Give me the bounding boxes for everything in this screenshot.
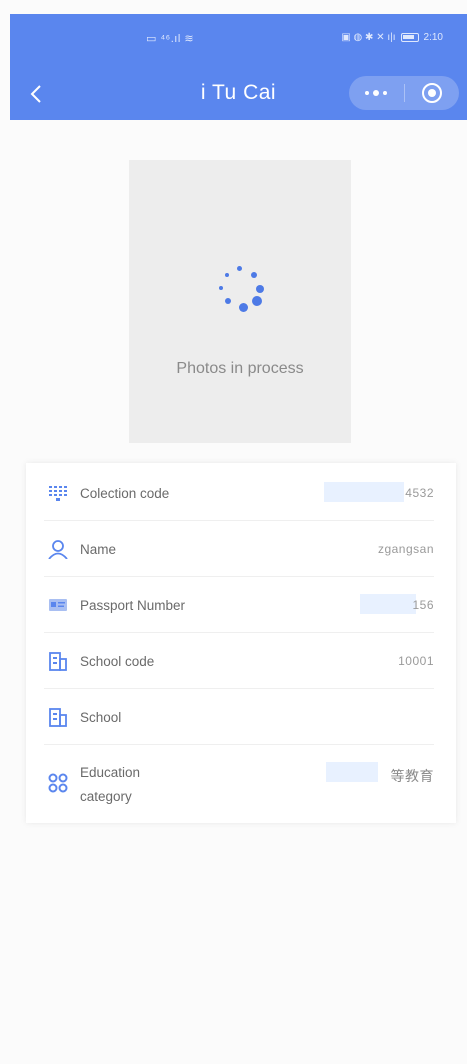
more-button[interactable] [349, 76, 404, 110]
nav-bar: i Tu Cai [10, 70, 467, 120]
row-label: School code [80, 654, 155, 669]
status-bar: ▭ ⁴⁶.ıl ≋ ▣ ◍ ✱ ✕ ı|ı 2:10 [10, 14, 467, 72]
user-icon [48, 540, 68, 559]
status-right-icons: ▣ ◍ ✱ ✕ ı|ı 2:10 [341, 32, 443, 43]
row-label: Passport Number [80, 598, 186, 613]
row-label: Colection code [80, 486, 170, 501]
photo-placeholder[interactable]: Photos in process [129, 160, 351, 443]
value-highlight [326, 762, 378, 782]
loading-spinner-icon [215, 266, 269, 320]
status-left-icons: ▭ ⁴⁶.ıl ≋ [146, 32, 194, 45]
mini-program-capsule [349, 76, 459, 110]
row-value: 等教育 [390, 768, 434, 784]
info-row-school-code: School code 10001 [44, 633, 434, 689]
row-value: 4532 [405, 486, 434, 500]
info-row-collection-code: Colection code 4532 [44, 465, 434, 521]
row-value: 156 [412, 598, 434, 612]
system-status-icons: ▣ ◍ ✱ ✕ ı|ı [341, 32, 396, 43]
status-time: 2:10 [423, 32, 443, 43]
target-icon [421, 83, 442, 103]
grid-code-icon [49, 486, 67, 501]
id-card-icon [49, 599, 67, 611]
building-icon [49, 708, 67, 727]
row-value: 10001 [398, 654, 434, 668]
category-grid-icon [48, 773, 68, 793]
value-highlight [360, 594, 416, 614]
info-row-school: School [44, 689, 434, 745]
screen: ▭ ⁴⁶.ıl ≋ ▣ ◍ ✱ ✕ ı|ı 2:10 i Tu Cai Phot… [0, 0, 467, 1064]
value-highlight [324, 482, 404, 502]
info-row-education-category: Education category 等教育 [44, 745, 434, 821]
more-dots-icon [365, 90, 388, 96]
info-card: Colection code 4532 Name zgangsan Passpo… [26, 463, 456, 823]
network-status-icons: ▭ ⁴⁶.ıl ≋ [146, 33, 195, 45]
close-button[interactable] [405, 76, 460, 110]
row-value: zgangsan [377, 542, 434, 556]
battery-icon [400, 33, 419, 42]
info-row-passport: Passport Number 156 [44, 577, 434, 633]
row-label: Name [80, 542, 117, 557]
building-icon [49, 652, 67, 671]
row-label: School [80, 710, 122, 725]
photo-status-text: Photos in process [176, 360, 304, 377]
row-label: Education category [80, 765, 141, 804]
info-row-name: Name zgangsan [44, 521, 434, 577]
